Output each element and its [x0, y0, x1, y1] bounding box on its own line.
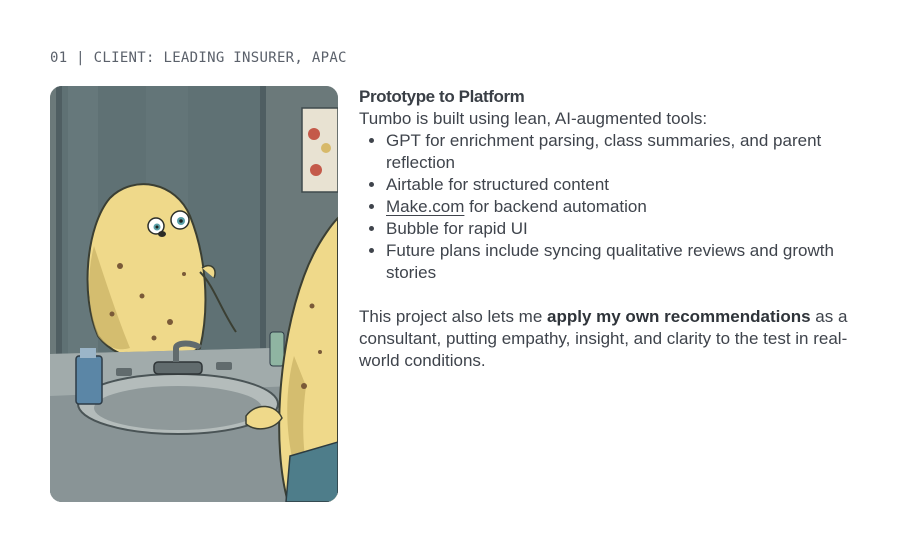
client-eyebrow: 01 | CLIENT: LEADING INSURER, APAC — [50, 50, 347, 66]
closing-emphasis: apply my own recommendations — [547, 307, 811, 326]
closing-text: This project also lets me — [359, 307, 548, 326]
closing-paragraph: This project also lets me apply my own r… — [359, 306, 859, 372]
tool-text: for backend automation — [464, 197, 647, 216]
list-item: Make.com for backend automation — [386, 196, 859, 218]
section-intro: Tumbo is built using lean, AI-augmented … — [359, 109, 708, 128]
project-description: Prototype to Platform Tumbo is built usi… — [359, 86, 859, 372]
tool-text: Future plans include syncing qualitative… — [386, 241, 834, 282]
potato-mirror-illustration — [50, 86, 338, 502]
section-title: Prototype to Platform — [359, 87, 525, 106]
tools-list: GPT for enrichment parsing, class summar… — [359, 130, 859, 284]
project-illustration — [50, 86, 338, 502]
tool-text: Bubble for rapid UI — [386, 219, 528, 238]
list-item: Bubble for rapid UI — [386, 218, 859, 240]
list-item: Future plans include syncing qualitative… — [386, 240, 859, 284]
tool-text: Airtable for structured content — [386, 175, 610, 194]
list-item: Airtable for structured content — [386, 174, 859, 196]
tool-text: GPT for enrichment parsing, class summar… — [386, 131, 822, 172]
make-link[interactable]: Make.com — [386, 197, 464, 216]
list-item: GPT for enrichment parsing, class summar… — [386, 130, 859, 174]
